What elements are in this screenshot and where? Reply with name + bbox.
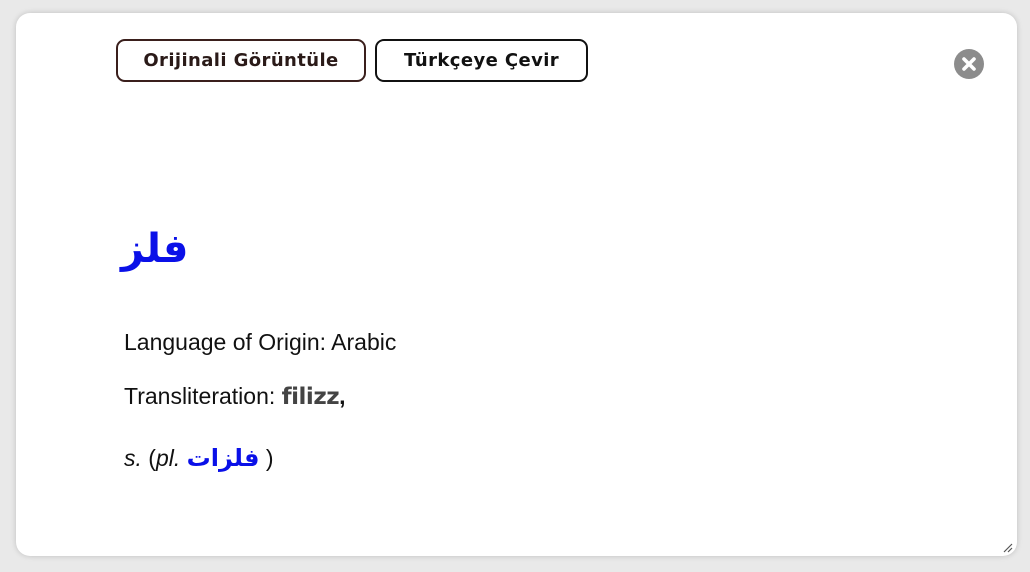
transliteration-separator: , [339,383,346,409]
plural-label: pl. [155,445,181,471]
plural-value: فلزات [186,444,260,472]
plural-line: s. (pl. فلزات ) [124,444,274,472]
plural-open-paren: ( [148,445,156,471]
origin-line: Language of Origin: Arabic [124,329,396,356]
dictionary-dialog: Orijinali Görüntüle Türkçeye Çevir فلز L… [16,13,1017,556]
part-of-speech: s. [124,445,142,471]
transliteration-value: filizz [281,384,340,410]
resize-handle-icon[interactable] [1001,541,1013,553]
transliteration-line: Transliteration: filizz, [124,383,345,410]
transliteration-label: Transliteration: [124,383,276,409]
origin-value: Arabic [331,329,397,355]
view-original-button[interactable]: Orijinali Görüntüle [116,39,366,82]
close-icon[interactable] [954,49,984,79]
translate-turkish-button[interactable]: Türkçeye Çevir [375,39,588,82]
plural-close-paren: ) [265,445,274,471]
headword: فلز [121,226,189,272]
origin-label: Language of Origin: [124,329,327,355]
close-x-glyph [962,57,976,71]
